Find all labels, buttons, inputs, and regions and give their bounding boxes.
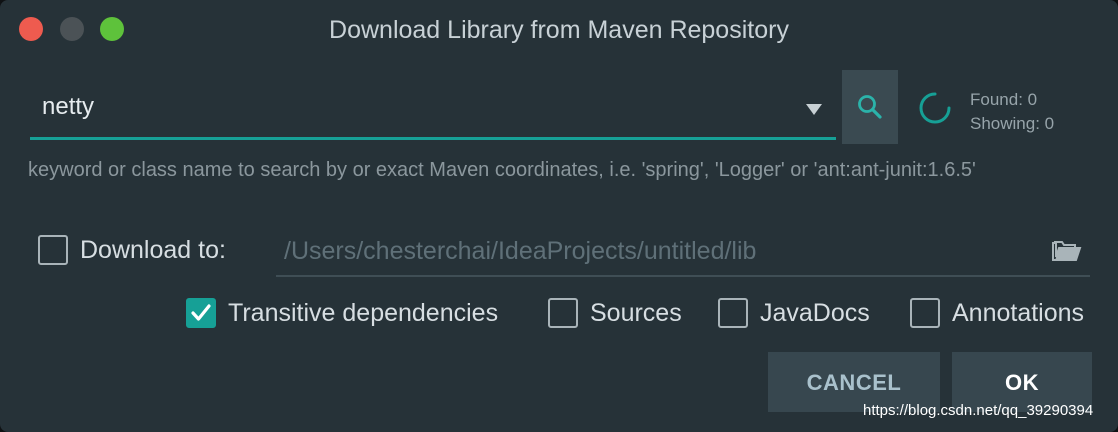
- search-hint: keyword or class name to search by or ex…: [28, 159, 976, 181]
- download-path-input[interactable]: /Users/chesterchai/IdeaProjects/untitled…: [276, 230, 1090, 277]
- download-to-label[interactable]: Download to:: [80, 236, 226, 265]
- dialog-window: Download Library from Maven Repository n…: [0, 0, 1118, 432]
- found-count: Found: 0: [970, 90, 1038, 109]
- dropdown-arrow-icon[interactable]: [806, 104, 822, 115]
- checkmark-icon: [191, 304, 211, 321]
- result-counts: Found: 0 Showing: 0: [970, 88, 1054, 136]
- search-input[interactable]: netty: [30, 78, 836, 140]
- annotations-label[interactable]: Annotations: [952, 299, 1084, 328]
- title-bar: Download Library from Maven Repository: [0, 0, 1118, 64]
- watermark-text: https://blog.csdn.net/qq_39290394: [863, 402, 1094, 419]
- download-path-text: /Users/chesterchai/IdeaProjects/untitled…: [284, 237, 757, 265]
- search-icon: [858, 95, 882, 119]
- spinner-icon: [919, 92, 951, 124]
- search-query-text: netty: [42, 93, 95, 120]
- transitive-dependencies-label[interactable]: Transitive dependencies: [228, 299, 498, 328]
- javadocs-label[interactable]: JavaDocs: [760, 299, 870, 328]
- annotations-checkbox[interactable]: [910, 298, 940, 328]
- sources-label[interactable]: Sources: [590, 299, 682, 328]
- showing-count: Showing: 0: [970, 114, 1055, 133]
- sources-checkbox[interactable]: [548, 298, 578, 328]
- search-button[interactable]: [842, 70, 898, 144]
- download-to-checkbox[interactable]: [38, 235, 68, 265]
- javadocs-checkbox[interactable]: [718, 298, 748, 328]
- folder-open-icon[interactable]: [1052, 240, 1082, 262]
- transitive-dependencies-checkbox[interactable]: [186, 298, 216, 328]
- dialog-title: Download Library from Maven Repository: [329, 16, 789, 44]
